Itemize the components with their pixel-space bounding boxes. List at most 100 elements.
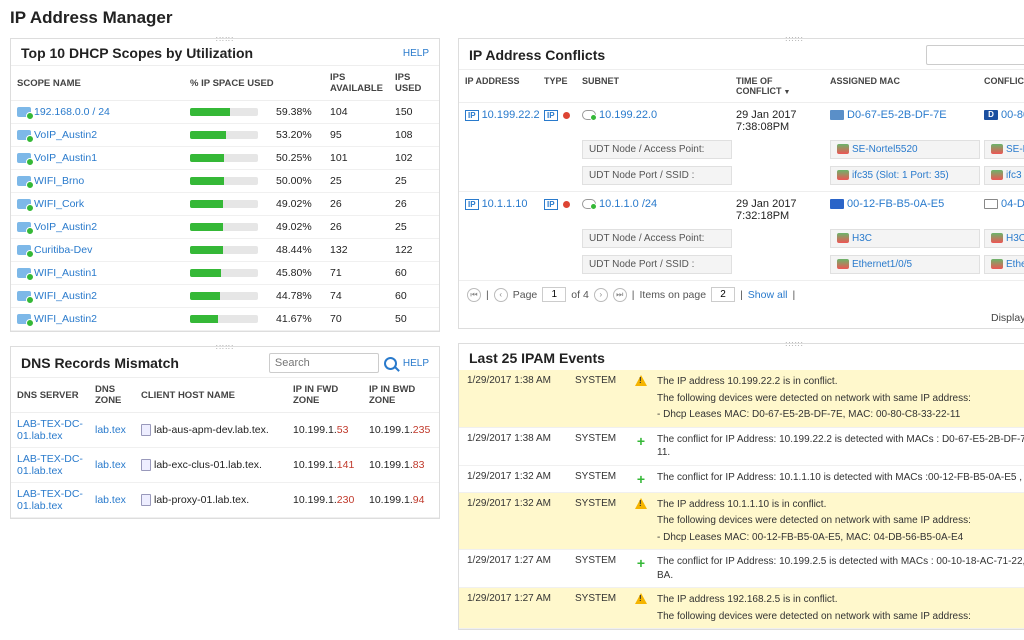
client-host: lab-exc-clus-01.lab.tex.	[154, 459, 262, 471]
add-icon: +	[637, 555, 645, 571]
help-link[interactable]: HELP	[403, 48, 429, 59]
scope-link[interactable]: VoIP_Austin1	[34, 152, 97, 164]
ip-bwd: 10.199.1.83	[363, 448, 439, 483]
ip-bwd: 10.199.1.94	[363, 483, 439, 518]
conflicts-search-input[interactable]	[926, 45, 1024, 65]
drag-grip-icon[interactable]: ∷∷∷	[785, 35, 803, 44]
dns-server-link[interactable]: LAB-TEX-DC-01.lab.tex	[17, 418, 83, 442]
dns-server-link[interactable]: LAB-TEX-DC-01.lab.tex	[17, 488, 83, 512]
scope-link[interactable]: WIFI_Austin2	[34, 313, 97, 325]
assigned-port-link[interactable]: Ethernet1/0/5	[852, 259, 912, 270]
pager-next-button[interactable]: ›	[594, 288, 608, 302]
sort-desc-icon: ▼	[784, 89, 791, 96]
event-message-line: The following devices were detected on n…	[657, 514, 1024, 528]
table-row: VoIP_Austin249.02%2625	[11, 216, 439, 239]
scope-link[interactable]: VoIP_Austin2	[34, 221, 97, 233]
assigned-mac-link[interactable]: 00-12-FB-B5-0A-E5	[847, 198, 944, 210]
drag-grip-icon[interactable]: ∷∷∷	[216, 35, 234, 44]
help-link[interactable]: HELP	[403, 358, 429, 369]
scope-link[interactable]: WIFI_Austin1	[34, 267, 97, 279]
dns-server-link[interactable]: LAB-TEX-DC-01.lab.tex	[17, 453, 83, 477]
col-ips-used[interactable]: IPS USED	[389, 66, 439, 101]
col-assigned-mac[interactable]: ASSIGNED MAC	[830, 76, 980, 96]
pct-value: 45.80%	[270, 262, 324, 285]
dns-search-input[interactable]	[269, 353, 379, 373]
scope-icon	[17, 130, 31, 140]
conflict-port-link[interactable]: Ethernet1/0/8	[1006, 259, 1024, 270]
ip-badge-icon: IP	[465, 110, 479, 121]
scope-icon	[17, 107, 31, 117]
warning-icon	[635, 375, 647, 386]
client-host: lab-proxy-01.lab.tex.	[154, 494, 249, 506]
ip-link[interactable]: 10.199.22.2	[482, 109, 540, 121]
col-conflicting-mac[interactable]: CONFLICTING MAC	[984, 76, 1024, 96]
conflicting-mac-link[interactable]: 04-DB-56-B5-0A-E4	[1001, 198, 1024, 210]
conflict-node-link[interactable]: SE-Nortel5520	[1006, 144, 1024, 155]
col-scope-name[interactable]: SCOPE NAME	[11, 66, 184, 101]
col-ip-bwd[interactable]: IP IN BWD ZONE	[363, 378, 439, 413]
subnet-link[interactable]: 10.1.1.0 /24	[599, 198, 657, 210]
udt-port-label: UDT Node Port / SSID :	[582, 255, 732, 274]
dns-zone-link[interactable]: lab.tex	[95, 424, 126, 436]
scope-link[interactable]: WIFI_Cork	[34, 198, 84, 210]
event-time: 1/29/2017 1:27 AM	[467, 593, 567, 604]
event-message-line: The IP address 192.168.2.5 is in conflic…	[657, 593, 1024, 607]
col-ip-fwd[interactable]: IP IN FWD ZONE	[287, 378, 363, 413]
table-row: LAB-TEX-DC-01.lab.texlab.texlab-aus-apm-…	[11, 413, 439, 448]
pager-prev-button[interactable]: ‹	[494, 288, 508, 302]
subnet-link[interactable]: 10.199.22.0	[599, 109, 657, 121]
table-row: WIFI_Austin244.78%7460	[11, 285, 439, 308]
event-message-line: The IP address 10.1.1.10 is in conflict.	[657, 498, 1024, 512]
ips-used-value: 150	[389, 101, 439, 124]
panel-dns-mismatch: ∷∷∷ DNS Records Mismatch HELP DNS SERVER…	[10, 346, 440, 519]
col-subnet[interactable]: SUBNET	[582, 76, 732, 96]
pager-show-all-link[interactable]: Show all	[748, 289, 788, 301]
col-ips-avail[interactable]: IPS AVAILABLE	[324, 66, 389, 101]
scope-link[interactable]: 192.168.0.0 / 24	[34, 106, 110, 118]
col-time-conflict[interactable]: TIME OF CONFLICT▼	[736, 76, 826, 96]
pct-value: 53.20%	[270, 124, 324, 147]
vendor-icon	[830, 199, 844, 209]
ips-avail-value: 101	[324, 147, 389, 170]
dns-zone-link[interactable]: lab.tex	[95, 494, 126, 506]
col-client-host[interactable]: CLIENT HOST NAME	[135, 378, 287, 413]
conflict-port-link[interactable]: ifc3 (Slot: 1 Port: 3)	[1006, 170, 1024, 181]
ip-link[interactable]: 10.1.1.10	[482, 198, 528, 210]
ips-used-value: 25	[389, 170, 439, 193]
vendor-icon: D	[984, 110, 998, 120]
pager-last-button[interactable]: ⏭	[613, 288, 627, 302]
pager-page-input[interactable]	[542, 287, 566, 302]
subnet-icon	[582, 110, 596, 120]
col-dns-zone[interactable]: DNS ZONE	[89, 378, 135, 413]
event-time: 1/29/2017 1:27 AM	[467, 555, 567, 566]
dns-panel-title: DNS Records Mismatch	[21, 355, 179, 371]
pct-value: 49.02%	[270, 193, 324, 216]
col-ip-address[interactable]: IP ADDRESS	[465, 76, 540, 96]
assigned-node-link[interactable]: SE-Nortel5520	[852, 144, 918, 155]
scope-link[interactable]: WIFI_Brno	[34, 175, 84, 187]
conflict-node-link[interactable]: H3C	[1006, 233, 1024, 244]
assigned-node-link[interactable]: H3C	[852, 233, 872, 244]
event-message-line: The conflict for IP Address: 10.199.2.5 …	[657, 555, 1024, 582]
ips-used-value: 60	[389, 262, 439, 285]
drag-grip-icon[interactable]: ∷∷∷	[216, 343, 234, 352]
dns-zone-link[interactable]: lab.tex	[95, 459, 126, 471]
search-icon[interactable]	[383, 355, 399, 371]
pct-value: 41.67%	[270, 308, 324, 331]
usage-bar	[190, 131, 258, 139]
scope-link[interactable]: Curitiba-Dev	[34, 244, 92, 256]
pager-items-input[interactable]	[711, 287, 735, 302]
scope-link[interactable]: VoIP_Austin2	[34, 129, 97, 141]
col-type[interactable]: TYPE	[544, 76, 578, 96]
usage-bar	[190, 154, 258, 162]
drag-grip-icon[interactable]: ∷∷∷	[785, 340, 803, 349]
pager-page-label: Page	[513, 289, 538, 301]
assigned-mac-link[interactable]: D0-67-E5-2B-DF-7E	[847, 109, 947, 121]
pager-first-button[interactable]: ⏮	[467, 288, 481, 302]
col-dns-server[interactable]: DNS SERVER	[11, 378, 89, 413]
conflicting-mac-link[interactable]: 00-80-C8-33-22-11	[1001, 109, 1024, 121]
event-source: SYSTEM	[575, 555, 625, 566]
scope-link[interactable]: WIFI_Austin2	[34, 290, 97, 302]
col-pct-used[interactable]: % IP SPACE USED	[184, 66, 324, 101]
assigned-port-link[interactable]: ifc35 (Slot: 1 Port: 35)	[852, 170, 949, 181]
